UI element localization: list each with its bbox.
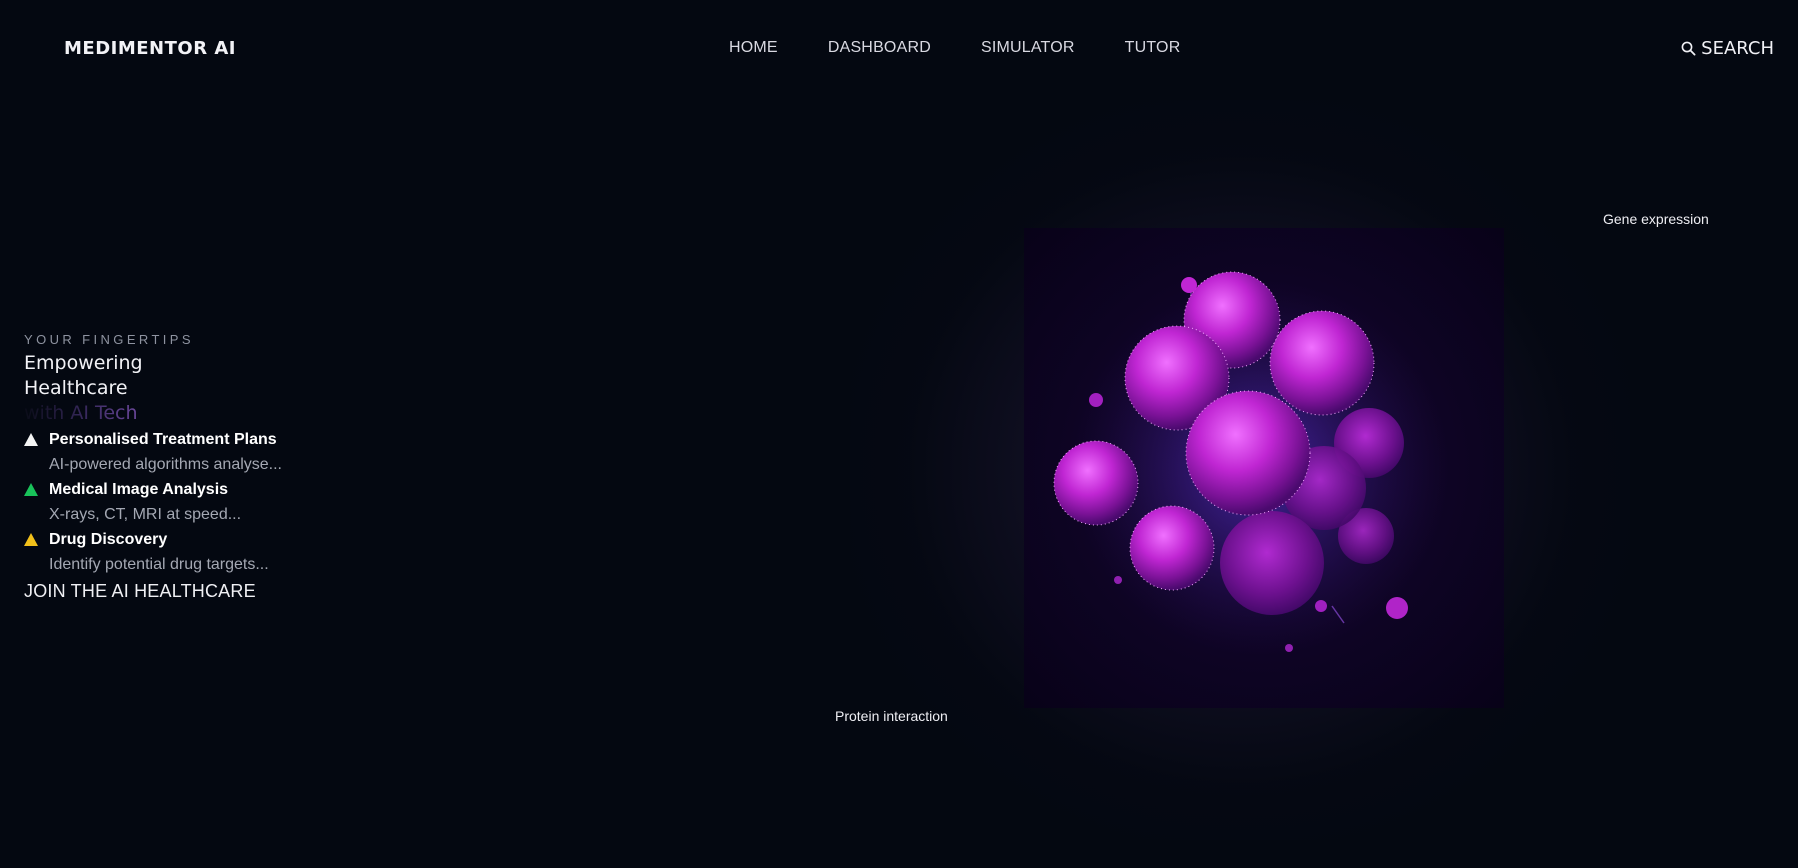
feature-item: Medical Image Analysis	[24, 477, 344, 502]
brand-logo[interactable]: MEDIMENTOR AI	[64, 38, 236, 59]
nav-simulator-link[interactable]: SIMULATOR	[981, 39, 1075, 57]
hero-eyebrow: YOUR FINGERTIPS	[24, 332, 194, 347]
feature-list: Personalised Treatment Plans AI-powered …	[24, 427, 344, 577]
join-cta-link[interactable]: JOIN THE AI HEALTHCARE	[24, 581, 344, 602]
feature-description: Identify potential drug targets...	[49, 556, 269, 573]
hero-headline: Empowering Healthcare with AI Tech	[24, 351, 344, 426]
feature-title: Medical Image Analysis	[49, 480, 229, 498]
search-label: SEARCH	[1701, 38, 1774, 59]
feature-item: Drug Discovery	[24, 527, 344, 552]
nav-links: HOME DASHBOARD SIMULATOR TUTOR	[729, 39, 1180, 57]
nav-dashboard-link[interactable]: DASHBOARD	[828, 39, 931, 57]
triangle-icon	[24, 433, 38, 446]
gene-expression-caption: Gene expression	[1603, 211, 1709, 227]
feature-description: X-rays, CT, MRI at speed...	[49, 506, 242, 523]
triangle-icon	[24, 533, 38, 546]
feature-description: AI-powered algorithms analyse...	[49, 456, 282, 473]
feature-title: Personalised Treatment Plans	[49, 430, 277, 448]
headline-accent: with AI Tech	[24, 401, 344, 426]
top-nav: MEDIMENTOR AI HOME DASHBOARD SIMULATOR T…	[0, 0, 1798, 100]
triangle-icon	[24, 483, 38, 496]
headline-line-1: Empowering	[24, 352, 143, 374]
protein-interaction-caption: Protein interaction	[835, 708, 948, 724]
feature-item: Personalised Treatment Plans	[24, 427, 344, 452]
headline-line-2: Healthcare	[24, 377, 128, 399]
search-button[interactable]: SEARCH	[1681, 38, 1774, 59]
hero-section: YOUR FINGERTIPS Empowering Healthcare wi…	[24, 332, 344, 602]
feature-title: Drug Discovery	[49, 530, 168, 548]
molecule-illustration	[1024, 228, 1504, 708]
search-icon	[1681, 41, 1696, 56]
nav-home-link[interactable]: HOME	[729, 39, 778, 57]
nav-tutor-link[interactable]: TUTOR	[1125, 39, 1181, 57]
